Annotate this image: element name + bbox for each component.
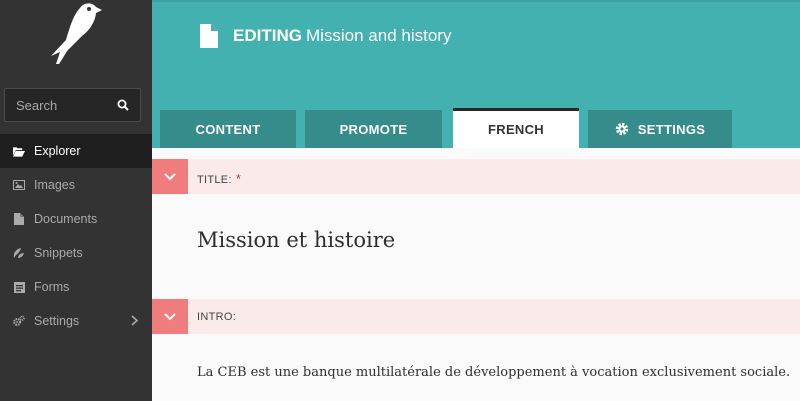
sidebar-item-label: Explorer <box>34 144 81 158</box>
intro-field-header: INTRO: <box>152 299 800 334</box>
header-top-border <box>152 0 800 2</box>
sidebar-item-settings[interactable]: Settings <box>0 304 152 338</box>
search-box[interactable] <box>4 88 141 122</box>
sidebar-item-label: Images <box>34 178 75 192</box>
document-icon <box>13 213 25 225</box>
sidebar-item-label: Settings <box>34 314 80 328</box>
sidebar-item-forms[interactable]: Forms <box>0 270 152 304</box>
tab-label: PROMOTE <box>339 121 408 137</box>
intro-field-label: INTRO: <box>197 311 237 323</box>
search-icon[interactable] <box>117 99 129 111</box>
tab-label: SETTINGS <box>637 121 706 137</box>
sidebar-item-images[interactable]: Images <box>0 168 152 202</box>
chevron-down-icon <box>164 312 176 320</box>
title-field-input[interactable]: Mission et histoire <box>197 228 395 252</box>
search-input[interactable] <box>5 89 115 121</box>
sidebar-item-snippets[interactable]: Snippets <box>0 236 152 270</box>
tab-label: CONTENT <box>195 121 261 137</box>
image-icon <box>13 179 25 191</box>
tab-promote[interactable]: PROMOTE <box>305 110 442 148</box>
cogs-icon <box>13 315 25 327</box>
document-icon <box>200 24 218 48</box>
page-header: EDITING Mission and history CONTENT PROMO… <box>152 0 800 148</box>
title-field-label: TITLE: * <box>197 171 242 186</box>
editor-content: TITLE: * Mission et histoire INTRO: La CE… <box>152 148 800 401</box>
folder-open-icon <box>13 145 25 157</box>
page-title: EDITING Mission and history <box>233 26 451 46</box>
tab-french[interactable]: FRENCH <box>453 108 579 148</box>
tab-label: FRENCH <box>488 122 544 137</box>
tab-content[interactable]: CONTENT <box>160 110 296 148</box>
gear-icon <box>615 122 629 136</box>
intro-field-input[interactable]: La CEB est une banque multilatérale de d… <box>197 365 790 380</box>
sidebar-item-label: Documents <box>34 212 98 226</box>
tab-settings[interactable]: SETTINGS <box>588 110 732 148</box>
sidebar-item-documents[interactable]: Documents <box>0 202 152 236</box>
page-name: Mission and history <box>305 26 452 45</box>
sidebar-item-explorer[interactable]: Explorer <box>0 134 152 168</box>
chevron-down-icon <box>164 172 176 180</box>
collapse-intro-button[interactable] <box>152 299 188 334</box>
required-marker: * <box>235 171 242 186</box>
sidebar-item-label: Snippets <box>34 246 83 260</box>
title-field-header: TITLE: * <box>152 159 800 194</box>
editing-label: EDITING <box>233 26 302 45</box>
wagtail-logo[interactable] <box>46 0 106 66</box>
chevron-right-icon <box>131 315 138 326</box>
sidebar-item-label: Forms <box>34 280 70 294</box>
collapse-title-button[interactable] <box>152 159 188 194</box>
form-icon <box>13 281 25 293</box>
snippet-icon <box>13 247 25 259</box>
sidebar: Explorer Images Documents Snippets Forms… <box>0 0 152 401</box>
